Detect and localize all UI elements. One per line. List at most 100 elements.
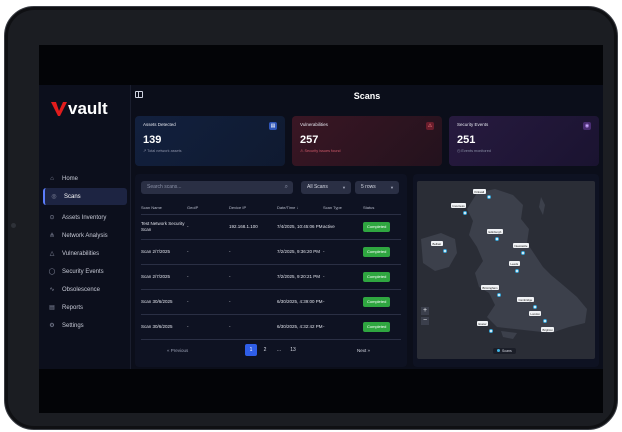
sidebar-item-security-events[interactable]: ◯ Security Events: [43, 263, 127, 280]
page-button[interactable]: 1: [245, 344, 257, 356]
scan-location-marker[interactable]: [489, 329, 493, 333]
map-label: Belfast: [431, 241, 443, 246]
rows-per-page-select[interactable]: 5 rows ▼: [355, 181, 399, 194]
column-header: GeoIP: [187, 202, 229, 215]
cell-ip: -: [229, 239, 277, 265]
status-cell: Completed: [363, 289, 401, 315]
table-header-row: Scan Name GeoIP Device IP Date/Time ↓ Scan T…: [141, 202, 401, 215]
scan-location-marker[interactable]: [521, 251, 525, 255]
scan-map[interactable]: Kirkwall Inverness Edinburgh Belfast New…: [417, 181, 595, 359]
sidebar-item-label: Home: [62, 175, 79, 182]
cell-type: active: [323, 214, 363, 240]
chevron-down-icon: ▼: [390, 185, 394, 190]
scan-icon: ◎: [51, 194, 57, 200]
table-row[interactable]: Scan 2/7/2025- -7/2/2025, 9:36:20 PM - Comp…: [141, 239, 401, 265]
sidebar-item-home[interactable]: ⌂ Home: [43, 170, 127, 187]
next-page-button[interactable]: Next »: [357, 348, 370, 353]
zoom-in-button[interactable]: +: [421, 307, 429, 315]
status-cell: Completed: [363, 239, 401, 265]
sidebar: vault ⌂ Home ◎ Scans ⊙ Assets Inventory ⋔ Netwo…: [39, 85, 131, 369]
cell-name: Scan 2/7/2025: [141, 239, 187, 265]
table-row[interactable]: Scan 30/6/2025- -6/30/2025, 4:32:42 PM - Co…: [141, 314, 401, 340]
sidebar-item-vulnerabilities[interactable]: △ Vulnerabilities: [43, 245, 127, 262]
sidebar-item-label: Obsolescence: [62, 286, 101, 293]
search-icon[interactable]: ⌕: [285, 181, 288, 194]
cell-name: Test Network Security Scan: [141, 214, 187, 240]
page-button[interactable]: 13: [287, 344, 299, 356]
table-row[interactable]: Scan 30/6/2025- -6/30/2025, 4:39:00 PM - Co…: [141, 289, 401, 315]
status-cell: Completed: [363, 214, 401, 240]
scan-filter-select[interactable]: All Scans ▼: [301, 181, 351, 194]
stat-card-security-events: Security Events 251 ◷ Events monitored ◉: [449, 116, 599, 166]
scan-location-marker[interactable]: [487, 195, 491, 199]
vault-logo[interactable]: vault: [51, 100, 108, 117]
map-label: Brighton: [541, 327, 555, 332]
cell-type: -: [323, 314, 363, 340]
sidebar-item-label: Vulnerabilities: [62, 250, 100, 257]
scan-location-marker[interactable]: [515, 269, 519, 273]
sidebar-item-reports[interactable]: ▤ Reports: [43, 299, 127, 316]
server-icon: ▤: [269, 122, 277, 130]
scan-location-marker[interactable]: [533, 305, 537, 309]
sidebar-item-settings[interactable]: ⚙ Settings: [43, 317, 127, 334]
cell-geoip: -: [187, 239, 229, 265]
stat-cards: Assets Detected 139 ↗ Total network assets…: [135, 116, 599, 166]
card-value: 257: [300, 134, 319, 146]
scan-location-marker[interactable]: [543, 319, 547, 323]
vault-v-logo-icon: [51, 102, 67, 116]
zoom-out-button[interactable]: −: [421, 317, 429, 325]
sidebar-item-assets-inventory[interactable]: ⊙ Assets Inventory: [43, 209, 127, 226]
page-ellipsis: ...: [276, 347, 282, 353]
card-value: 251: [457, 134, 476, 146]
stat-card-vulnerabilities: Vulnerabilities 257 ⚠ Security issues foun…: [292, 116, 442, 166]
scan-location-marker[interactable]: [495, 237, 499, 241]
table-body: Test Network Security Scan -192.168.1.100…: [141, 214, 401, 340]
warning-icon: ⚠: [426, 122, 434, 130]
map-legend: Scans: [493, 348, 516, 354]
column-header: Status: [363, 202, 401, 215]
cell-name: Scan 30/6/2025: [141, 314, 187, 340]
sidebar-item-label: Assets Inventory: [62, 214, 107, 221]
map-panel: Kirkwall Inverness Edinburgh Belfast New…: [413, 174, 599, 367]
assets-icon: ⊙: [49, 215, 55, 221]
home-icon: ⌂: [50, 175, 54, 182]
sidebar-item-obsolescence[interactable]: ∿ Obsolescence: [43, 281, 127, 298]
map-legend-label: Scans: [502, 349, 512, 353]
sidebar-item-scans[interactable]: ◎ Scans: [43, 188, 127, 205]
map-label: Edinburgh: [487, 229, 503, 234]
cell-type: -: [323, 239, 363, 265]
map-label: Newcastle: [513, 243, 529, 248]
gear-icon: ⚙: [49, 323, 55, 329]
status-badge: Completed: [363, 221, 391, 232]
sidebar-item-network-analysis[interactable]: ⋔ Network Analysis: [43, 227, 127, 244]
column-header[interactable]: Date/Time ↓: [277, 202, 323, 215]
card-subtitle: ◷ Events monitored: [457, 149, 491, 153]
stat-card-assets-detected: Assets Detected 139 ↗ Total network assets…: [135, 116, 285, 166]
status-badge: Completed: [363, 296, 391, 307]
status-badge: Completed: [363, 246, 391, 257]
cell-geoip: -: [187, 264, 229, 290]
page-button[interactable]: 2: [259, 344, 271, 356]
status-cell: Completed: [363, 314, 401, 340]
scan-location-marker[interactable]: [463, 211, 467, 215]
chevron-down-icon: ▼: [342, 185, 346, 190]
sidebar-item-label: Network Analysis: [62, 232, 108, 239]
topbar: Scans: [131, 85, 603, 107]
card-subtitle: ⚠ Security issues found: [300, 149, 341, 153]
table-row[interactable]: Scan 2/7/2025- -7/2/2025, 9:20:21 PM - Comp…: [141, 264, 401, 290]
legend-dot-icon: [497, 349, 500, 352]
map-land-svg: [421, 189, 587, 339]
card-title: Assets Detected: [143, 122, 176, 127]
cell-name: Scan 2/7/2025: [141, 264, 187, 290]
cell-type: -: [323, 289, 363, 315]
security-event-icon: ◯: [48, 269, 56, 275]
card-value: 139: [143, 134, 162, 146]
search-input[interactable]: Search scans... ⌕: [141, 181, 293, 194]
search-placeholder: Search scans...: [147, 184, 182, 190]
column-header: Scan Name: [141, 202, 187, 215]
table-row[interactable]: Test Network Security Scan -192.168.1.100…: [141, 214, 401, 240]
scan-location-marker[interactable]: [497, 293, 501, 297]
scan-location-marker[interactable]: [443, 249, 447, 253]
rows-filter-value: 5 rows: [361, 184, 376, 190]
previous-page-button[interactable]: « Previous: [167, 348, 188, 353]
